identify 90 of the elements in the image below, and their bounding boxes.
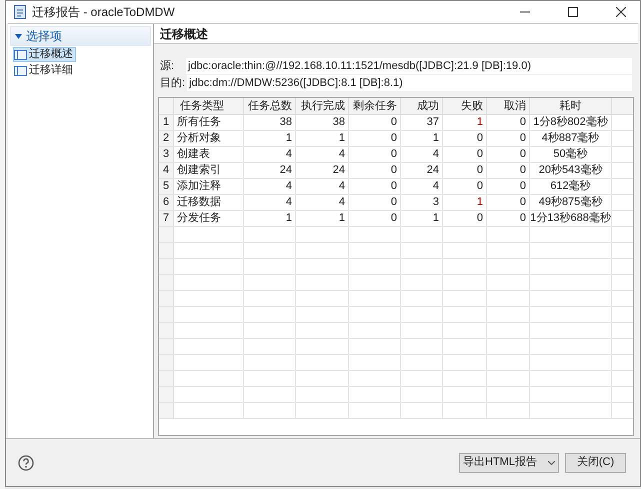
column-header[interactable]: 取消 xyxy=(487,98,530,114)
table-cell: 24 xyxy=(296,163,349,178)
close-button[interactable]: 关闭(C) xyxy=(565,452,626,472)
table-cell: 0 xyxy=(349,211,401,226)
table-cell: 3 xyxy=(401,195,443,210)
table-cell: 0 xyxy=(349,147,401,162)
column-header[interactable]: 成功 xyxy=(401,98,443,114)
table-cell: 0 xyxy=(443,147,487,162)
source-label: 源: xyxy=(160,58,176,74)
table-cell: 4 xyxy=(244,179,296,194)
table-cell: 0 xyxy=(349,131,401,146)
table-cell: 4 xyxy=(296,147,349,162)
table-cell: 38 xyxy=(296,115,349,130)
report-icon xyxy=(14,5,26,19)
table-cell: 0 xyxy=(443,179,487,194)
table-cell: 1分13秒688毫秒 xyxy=(530,211,612,226)
target-label: 目的: xyxy=(160,76,186,91)
column-header[interactable]: 耗时 xyxy=(530,98,612,114)
table-cell: 0 xyxy=(443,131,487,146)
table-cell: 1 xyxy=(244,131,296,146)
table-cell: 4秒887毫秒 xyxy=(530,131,612,146)
row-number: 3 xyxy=(159,147,174,162)
sidebar-header-label: 选择项 xyxy=(26,28,62,45)
table-cell: 1 xyxy=(244,211,296,226)
row-number: 4 xyxy=(159,163,174,178)
table-cell: 0 xyxy=(487,179,530,194)
table-cell: 分析对象 xyxy=(174,131,244,146)
table-cell: 4 xyxy=(401,147,443,162)
table-cell: 0 xyxy=(443,163,487,178)
row-number: 7 xyxy=(159,211,174,226)
table-cell: 1 xyxy=(401,211,443,226)
column-header[interactable]: 任务类型 xyxy=(174,98,244,114)
row-number: 2 xyxy=(159,131,174,146)
table-cell: 0 xyxy=(487,211,530,226)
panel-title: 迁移概述 xyxy=(154,24,638,44)
row-number: 6 xyxy=(159,195,174,210)
table-cell: 20秒543毫秒 xyxy=(530,163,612,178)
table-cell: 24 xyxy=(244,163,296,178)
table-cell: 所有任务 xyxy=(174,115,244,130)
table-cell: 4 xyxy=(296,179,349,194)
table-cell: 0 xyxy=(487,131,530,146)
table-cell: 0 xyxy=(349,115,401,130)
table-cell: 4 xyxy=(296,195,349,210)
table-cell: 分发任务 xyxy=(174,211,244,226)
table-cell: 24 xyxy=(401,163,443,178)
table-cell: 4 xyxy=(401,179,443,194)
maximize-icon[interactable] xyxy=(568,7,578,17)
column-header[interactable]: 执行完成 xyxy=(296,98,349,114)
column-header[interactable]: 失败 xyxy=(443,98,487,114)
table-cell: 迁移数据 xyxy=(174,195,244,210)
table-cell: 1 xyxy=(401,131,443,146)
sidebar-item[interactable]: 迁移概述 xyxy=(13,47,76,62)
row-number: 1 xyxy=(159,115,174,130)
target-field: jdbc:dm://DMDW:5236([JDBC]:8.1 [DB]:8.1) xyxy=(187,75,632,91)
table-cell: 50毫秒 xyxy=(530,147,612,162)
panel-icon xyxy=(14,66,27,76)
sidebar-item[interactable]: 迁移详细 xyxy=(13,63,76,78)
table-cell: 37 xyxy=(401,115,443,130)
export-dropdown[interactable]: 导出HTML报告 xyxy=(459,452,559,472)
column-header[interactable]: 任务总数 xyxy=(244,98,296,114)
table-cell: 0 xyxy=(487,163,530,178)
table-cell: 4 xyxy=(244,195,296,210)
help-icon[interactable] xyxy=(18,454,34,470)
close-icon[interactable] xyxy=(616,7,626,17)
table-cell: 0 xyxy=(487,115,530,130)
chevron-down-icon xyxy=(548,460,555,464)
table-cell: 38 xyxy=(244,115,296,130)
table-cell: 添加注释 xyxy=(174,179,244,194)
table-cell: 0 xyxy=(443,211,487,226)
table-cell: 1 xyxy=(296,211,349,226)
row-number: 5 xyxy=(159,179,174,194)
table-cell: 612毫秒 xyxy=(530,179,612,194)
table-cell: 4 xyxy=(244,147,296,162)
panel-icon xyxy=(14,50,27,60)
table-cell: 0 xyxy=(349,163,401,178)
table-cell: 0 xyxy=(487,195,530,210)
table-cell: 1 xyxy=(443,195,487,210)
sidebar-header[interactable]: 选择项 xyxy=(10,26,151,46)
table-cell: 1分8秒802毫秒 xyxy=(530,115,612,130)
table-cell: 1 xyxy=(296,131,349,146)
table-cell: 0 xyxy=(349,179,401,194)
table-cell: 0 xyxy=(487,147,530,162)
table-cell: 创建索引 xyxy=(174,163,244,178)
column-header[interactable]: 剩余任务 xyxy=(349,98,401,114)
window-title: 迁移报告 - oracleToDMDW xyxy=(32,4,175,21)
table-cell: 创建表 xyxy=(174,147,244,162)
source-field: jdbc:oracle:thin:@//192.168.10.11:1521/mesdb([JDBC]:21.9 [DB]:19.0) xyxy=(186,58,632,74)
table-cell: 1 xyxy=(443,115,487,130)
table-cell: 49秒875毫秒 xyxy=(530,195,612,210)
table-cell: 0 xyxy=(349,195,401,210)
